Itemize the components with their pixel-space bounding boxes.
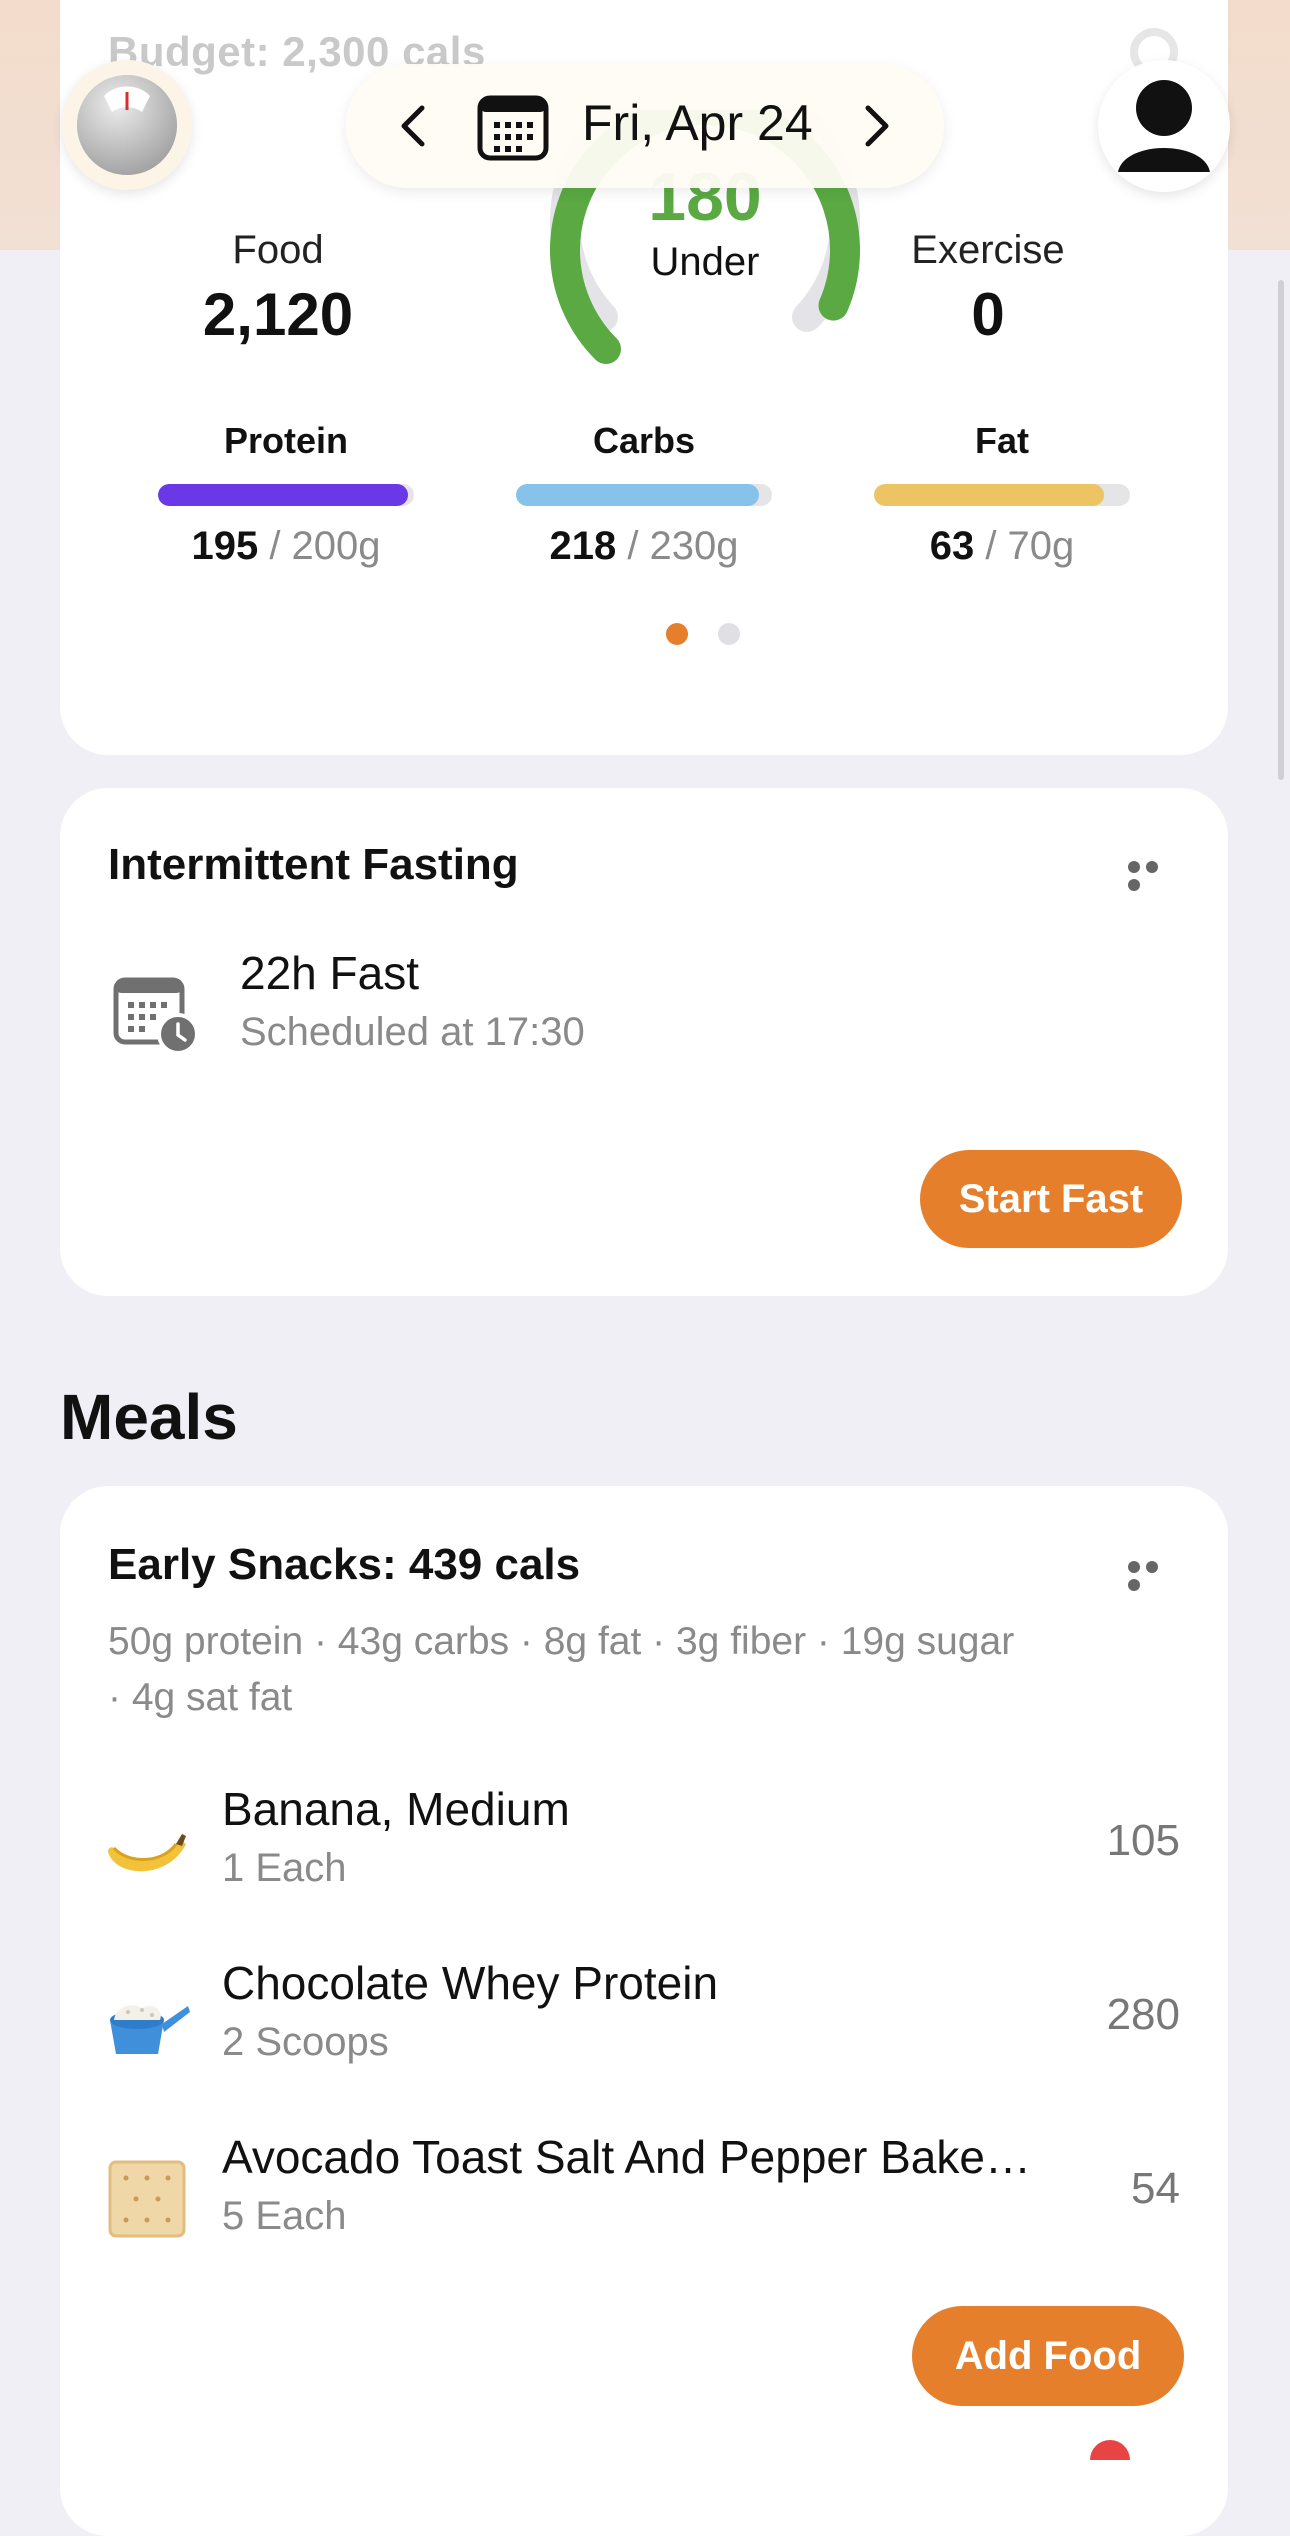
more-options-icon[interactable] bbox=[1128, 1560, 1178, 1591]
macro-label: Fat bbox=[975, 420, 1029, 461]
macro-progress-bar bbox=[158, 484, 414, 506]
macro-value: 218 / 230g bbox=[549, 524, 739, 568]
protein-scoop-icon bbox=[110, 2005, 190, 2054]
macro-progress-fill bbox=[874, 484, 1105, 506]
macro-protein: Protein 195 / 200g bbox=[158, 420, 414, 569]
start-fast-button[interactable]: Start Fast bbox=[920, 1150, 1182, 1248]
food-quantity: 2 Scoops bbox=[222, 2020, 389, 2064]
exercise-label: Exercise bbox=[911, 228, 1065, 272]
meal-card-early-snacks: Early Snacks: 439 cals 50g protein · 43g… bbox=[60, 1486, 1228, 2536]
chevron-left-icon[interactable] bbox=[388, 100, 440, 152]
food-value: 2,120 bbox=[202, 281, 354, 348]
food-name: Banana, Medium bbox=[222, 1783, 570, 1835]
macro-label: Carbs bbox=[592, 420, 696, 461]
macro-value: 195 / 200g bbox=[191, 524, 381, 568]
remaining-label: Under bbox=[650, 240, 760, 284]
calendar-clock-icon bbox=[113, 977, 199, 1055]
food-item[interactable]: Banana, Medium 1 Each 105 bbox=[60, 1782, 1228, 1912]
more-options-icon[interactable] bbox=[1128, 860, 1178, 891]
intermittent-fasting-card: Intermittent Fasting 22h Fast Scheduled … bbox=[60, 788, 1228, 1296]
meal-macros-summary: 50g protein · 43g carbs · 8g fat · 3g fi… bbox=[108, 1620, 1015, 1719]
food-item[interactable]: Avocado Toast Salt And Pepper Bake… 5 Ea… bbox=[60, 2130, 1228, 2260]
macro-progress-bar bbox=[874, 484, 1130, 506]
date-label: Fri, Apr 24 bbox=[582, 95, 813, 151]
person-icon bbox=[1118, 80, 1210, 172]
date-selector[interactable]: Fri, Apr 24 bbox=[346, 64, 944, 188]
food-calories: 54 bbox=[1131, 2164, 1180, 2213]
calendar-icon[interactable] bbox=[476, 92, 550, 162]
meals-heading: Meals bbox=[60, 1381, 238, 1453]
fast-name: 22h Fast bbox=[240, 947, 419, 999]
macro-value: 63 / 70g bbox=[929, 524, 1075, 568]
macro-progress-fill bbox=[516, 484, 759, 506]
fast-schedule: Scheduled at 17:30 bbox=[240, 1010, 585, 1054]
food-calories: 280 bbox=[1106, 1990, 1180, 2039]
food-name: Avocado Toast Salt And Pepper Bake… bbox=[222, 2131, 1031, 2183]
weight-scale-button[interactable] bbox=[62, 60, 192, 190]
macro-progress-fill bbox=[158, 484, 408, 506]
page-dot[interactable] bbox=[718, 623, 740, 645]
meal-title: Early Snacks: 439 cals bbox=[108, 1540, 581, 1589]
food-quantity: 1 Each bbox=[222, 1846, 347, 1890]
next-meal-card-peek bbox=[60, 2436, 1228, 2476]
food-item[interactable]: Chocolate Whey Protein 2 Scoops 280 bbox=[60, 1956, 1228, 2086]
food-name: Chocolate Whey Protein bbox=[222, 1957, 719, 2009]
exercise-value: 0 bbox=[971, 281, 1005, 348]
food-quantity: 5 Each bbox=[222, 2194, 347, 2238]
profile-avatar[interactable] bbox=[1098, 60, 1230, 192]
macro-carbs: Carbs 218 / 230g bbox=[516, 420, 772, 569]
cracker-icon bbox=[108, 2160, 186, 2238]
food-label: Food bbox=[232, 228, 324, 272]
add-food-button[interactable]: Add Food bbox=[912, 2306, 1184, 2406]
scrollbar[interactable] bbox=[1278, 280, 1284, 780]
macro-progress-bar bbox=[516, 484, 772, 506]
food-calories: 105 bbox=[1106, 1816, 1180, 1865]
macro-fat: Fat 63 / 70g bbox=[874, 420, 1130, 569]
macro-label: Protein bbox=[223, 420, 348, 461]
page-dot-active[interactable] bbox=[666, 623, 688, 645]
page-indicator[interactable] bbox=[666, 623, 770, 650]
banana-icon bbox=[108, 1834, 186, 1872]
chevron-right-icon[interactable] bbox=[850, 100, 902, 152]
fasting-title: Intermittent Fasting bbox=[108, 840, 519, 889]
scale-icon bbox=[77, 75, 177, 175]
